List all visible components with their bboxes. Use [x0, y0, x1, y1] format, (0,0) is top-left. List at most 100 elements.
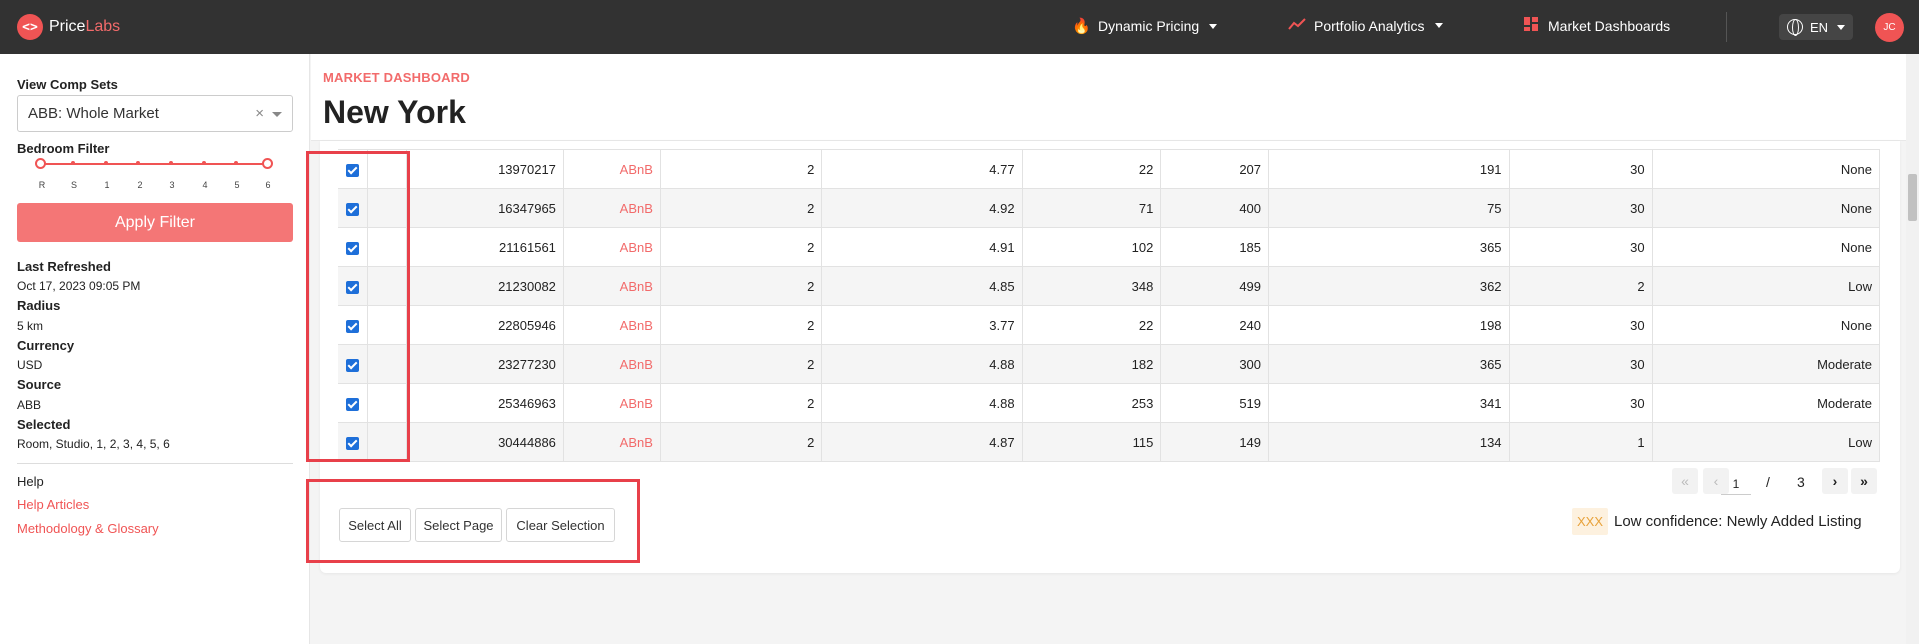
- reviews-cell: 253: [1021, 383, 1162, 423]
- last-page-button[interactable]: »: [1851, 468, 1877, 494]
- page-title: New York: [323, 94, 466, 130]
- reviews-cell: 182: [1021, 344, 1162, 384]
- selected-label: Selected: [17, 417, 71, 432]
- table-row: 25346963 ABnB 2 4.88 253 519 341 30 Moderate: [338, 383, 1881, 423]
- chevron-down-icon: [1434, 23, 1443, 28]
- dashboard-icon: [1522, 17, 1540, 35]
- min-stay-cell: 1: [1508, 422, 1653, 462]
- status-cell: None: [1651, 227, 1881, 267]
- rating-cell: 4.87: [821, 422, 1023, 462]
- rating-cell: 4.88: [821, 383, 1023, 423]
- reviews-cell: 22: [1021, 305, 1162, 345]
- price-cell: 185: [1160, 227, 1270, 267]
- fire-icon: 🔥: [1072, 18, 1091, 35]
- listing-id-cell: 16347965: [406, 188, 564, 228]
- status-cell: Moderate: [1651, 344, 1881, 384]
- status-cell: Low: [1651, 266, 1881, 306]
- availability-cell: 198: [1268, 305, 1510, 345]
- slider-tick: [104, 161, 108, 165]
- slider-label: S: [70, 180, 77, 190]
- rating-cell: 4.85: [821, 266, 1023, 306]
- availability-cell: 365: [1268, 344, 1510, 384]
- source-value: ABB: [17, 398, 42, 412]
- sidebar: View Comp Sets ABB: Whole Market × Bedro…: [0, 54, 310, 644]
- bedrooms-cell: 2: [659, 422, 823, 462]
- bedroom-range-slider[interactable]: [35, 158, 273, 169]
- scrollbar-thumb[interactable]: [1908, 174, 1917, 221]
- slider-tick: [136, 161, 140, 165]
- reviews-cell: 348: [1021, 266, 1162, 306]
- slider-handle-max[interactable]: [262, 158, 273, 169]
- last-refreshed-value: Oct 17, 2023 09:05 PM: [17, 279, 141, 293]
- page-scrollbar[interactable]: [1906, 54, 1919, 644]
- next-page-button[interactable]: ›: [1822, 468, 1848, 494]
- listing-source-cell: ABnB: [562, 305, 661, 345]
- slider-tick: [169, 161, 173, 165]
- apply-filter-button[interactable]: Apply Filter: [17, 203, 293, 242]
- chevron-down-icon[interactable]: [272, 112, 282, 117]
- listing-source-cell: ABnB: [562, 227, 661, 267]
- slider-label: 1: [104, 180, 110, 190]
- user-avatar[interactable]: JC: [1875, 13, 1904, 42]
- comp-set-select[interactable]: ABB: Whole Market ×: [17, 95, 293, 132]
- min-stay-cell: 30: [1508, 227, 1653, 267]
- nav-portfolio-analytics[interactable]: Portfolio Analytics: [1288, 17, 1443, 34]
- first-page-button[interactable]: «: [1672, 468, 1698, 494]
- reviews-cell: 102: [1021, 227, 1162, 267]
- rating-cell: 3.77: [821, 305, 1023, 345]
- nav-market-dashboards-label: Market Dashboards: [1548, 18, 1671, 34]
- listing-source-cell: ABnB: [562, 344, 661, 384]
- selected-value: Room, Studio, 1, 2, 3, 4, 5, 6: [17, 437, 170, 451]
- status-cell: None: [1651, 188, 1881, 228]
- min-stay-cell: 30: [1508, 383, 1653, 423]
- listing-id-cell: 13970217: [406, 149, 564, 189]
- table-row: 23277230 ABnB 2 4.88 182 300 365 30 Moderate: [338, 344, 1881, 384]
- sidebar-divider: [17, 463, 293, 464]
- help-articles-link[interactable]: Help Articles: [17, 497, 89, 512]
- methodology-glossary-link[interactable]: Methodology & Glossary: [17, 521, 159, 536]
- listing-id-cell: 30444886: [406, 422, 564, 462]
- table-row: 21230082 ABnB 2 4.85 348 499 362 2 Low: [338, 266, 1881, 306]
- slider-label: R: [38, 180, 46, 190]
- status-cell: None: [1651, 149, 1881, 189]
- slider-tick: [202, 161, 206, 165]
- listing-source-cell: ABnB: [562, 188, 661, 228]
- min-stay-cell: 30: [1508, 305, 1653, 345]
- rating-cell: 4.88: [821, 344, 1023, 384]
- availability-cell: 341: [1268, 383, 1510, 423]
- clear-icon[interactable]: ×: [255, 105, 264, 122]
- min-stay-cell: 30: [1508, 344, 1653, 384]
- listing-source-cell: ABnB: [562, 266, 661, 306]
- currency-label: Currency: [17, 338, 75, 353]
- radius-label: Radius: [17, 298, 61, 313]
- reviews-cell: 115: [1021, 422, 1162, 462]
- checkbox-highlight-box: [306, 151, 410, 462]
- last-refreshed-label: Last Refreshed: [17, 259, 111, 274]
- radius-value: 5 km: [17, 319, 44, 333]
- page-number-input[interactable]: [1721, 473, 1751, 495]
- price-cell: 149: [1160, 422, 1270, 462]
- table-row: 16347965 ABnB 2 4.92 71 400 75 30 None: [338, 188, 1881, 228]
- listing-id-cell: 22805946: [406, 305, 564, 345]
- pricelabs-logo[interactable]: <> PriceLabs: [17, 14, 120, 40]
- logo-mark-icon: <>: [17, 14, 43, 40]
- availability-cell: 134: [1268, 422, 1510, 462]
- price-cell: 400: [1160, 188, 1270, 228]
- nav-dynamic-pricing[interactable]: 🔥 Dynamic Pricing: [1072, 17, 1218, 35]
- language-label: EN: [1809, 19, 1829, 35]
- low-confidence-legend: Low confidence: Newly Added Listing: [1614, 513, 1862, 530]
- chevron-down-icon: [1209, 23, 1218, 29]
- table-row: 30444886 ABnB 2 4.87 115 149 134 1 Low: [338, 422, 1881, 462]
- table-row: 22805946 ABnB 2 3.77 22 240 198 30 None: [338, 305, 1881, 345]
- bedroom-filter-label: Bedroom Filter: [17, 141, 110, 156]
- price-cell: 519: [1160, 383, 1270, 423]
- nav-market-dashboards[interactable]: Market Dashboards: [1522, 17, 1670, 35]
- selection-buttons-highlight-box: [306, 479, 640, 563]
- slider-label: 5: [234, 180, 240, 190]
- globe-icon: [1786, 19, 1803, 36]
- status-cell: Moderate: [1651, 383, 1881, 423]
- availability-cell: 75: [1268, 188, 1510, 228]
- low-confidence-badge: XXX: [1572, 508, 1608, 535]
- slider-handle-min[interactable]: [35, 158, 46, 169]
- language-selector[interactable]: EN: [1779, 14, 1853, 40]
